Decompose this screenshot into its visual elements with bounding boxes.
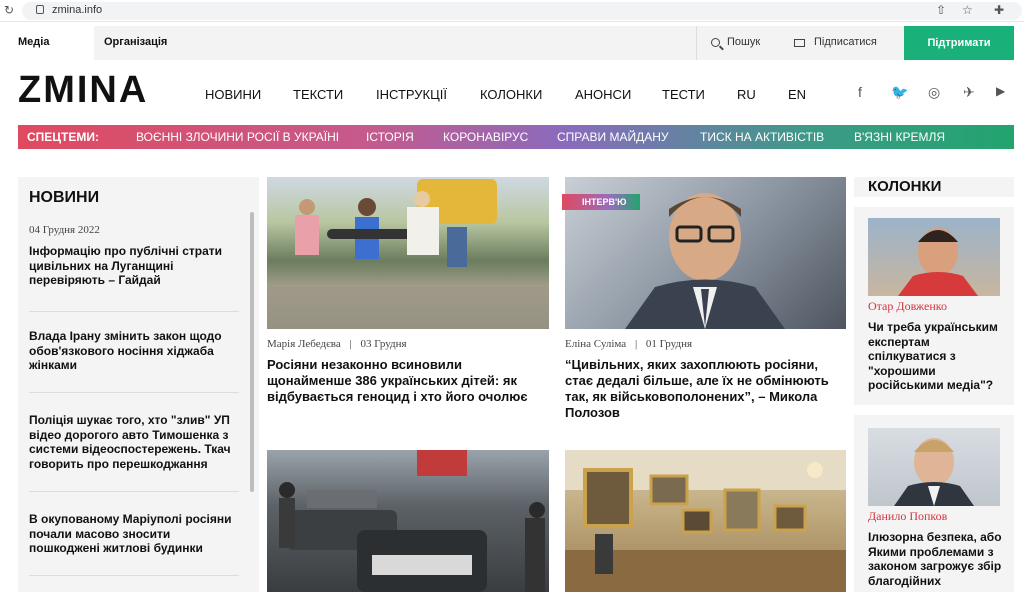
special-topics-bar: СПЕЦТЕМИ: ВОЄННІ ЗЛОЧИНИ РОСІЇ В УКРАЇНІ…: [18, 125, 1014, 149]
nav-tests[interactable]: ТЕСТИ: [662, 87, 705, 102]
topic-war-crimes[interactable]: ВОЄННІ ЗЛОЧИНИ РОСІЇ В УКРАЇНІ: [136, 130, 339, 144]
news-scrollbar[interactable]: [250, 212, 254, 492]
column-title[interactable]: Ілюзорна безпека, або Якими проблемами з…: [868, 530, 1008, 588]
support-button[interactable]: Підтримати: [904, 26, 1014, 60]
tab-media[interactable]: Медіа: [18, 36, 49, 48]
tab-organization[interactable]: Організація: [104, 36, 167, 48]
top-bar: Медіа Організація Пошук Підписатися Підт…: [0, 26, 1024, 60]
nav-texts[interactable]: ТЕКСТИ: [293, 87, 343, 102]
news-item[interactable]: Інформацію про публічні страти цивільних…: [29, 244, 239, 288]
search-button[interactable]: Пошук: [727, 36, 760, 48]
twitter-icon[interactable]: 🐦: [891, 84, 908, 101]
nav-lang-en[interactable]: EN: [788, 87, 806, 102]
article-photo-border[interactable]: [267, 450, 549, 592]
mail-icon[interactable]: [794, 39, 805, 47]
subscribe-button[interactable]: Підписатися: [814, 36, 877, 48]
search-icon[interactable]: [711, 38, 720, 47]
news-column: НОВИНИ 04 Грудня 2022 Інформацію про пуб…: [18, 177, 259, 592]
nav-announcements[interactable]: АНОНСИ: [575, 87, 631, 102]
topic-kremlin-prisoners[interactable]: В'ЯЗНІ КРЕМЛЯ: [854, 130, 945, 144]
article-photo-museum[interactable]: [565, 450, 846, 592]
news-item[interactable]: В окупованому Маріуполі росіяни почали м…: [29, 512, 239, 556]
article-meta: Еліна Суліма | 01 Грудня: [565, 338, 693, 350]
share-icon[interactable]: ⇧: [936, 3, 946, 17]
news-item[interactable]: Влада Ірану змінить закон щодо обов'язко…: [29, 329, 239, 373]
lock-icon: [36, 5, 44, 14]
columns-title: КОЛОНКИ: [854, 177, 1014, 197]
reload-icon[interactable]: ↻: [4, 3, 14, 17]
article-author[interactable]: Марія Лебедєва: [267, 338, 341, 350]
article-date: 01 Грудня: [645, 338, 693, 350]
telegram-icon[interactable]: ✈: [963, 84, 975, 101]
column-title[interactable]: Чи треба українським експертам спілкуват…: [868, 320, 1008, 393]
interview-badge: ІНТЕРВ'Ю: [562, 194, 640, 210]
article-meta: Марія Лебедєва | 03 Грудня: [267, 338, 407, 350]
article-title[interactable]: “Цивільних, яких захоплюють росіяни, ста…: [565, 357, 846, 421]
article-author[interactable]: Еліна Суліма: [565, 338, 626, 350]
nav-instructions[interactable]: ІНСТРУКЦІЇ: [376, 87, 447, 102]
facebook-icon[interactable]: f: [858, 84, 862, 100]
nav-news[interactable]: НОВИНИ: [205, 87, 261, 102]
topic-coronavirus[interactable]: КОРОНАВІРУС: [443, 130, 528, 144]
address-bar[interactable]: [22, 2, 1022, 20]
article-photo-children[interactable]: [267, 177, 549, 329]
star-icon[interactable]: ☆: [962, 3, 973, 17]
news-column-title: НОВИНИ: [29, 189, 100, 206]
url-text[interactable]: zmina.info: [52, 4, 102, 16]
author-photo[interactable]: [868, 218, 1000, 296]
author-photo[interactable]: [868, 428, 1000, 506]
youtube-icon[interactable]: ▶: [996, 84, 1005, 98]
topic-history[interactable]: ІСТОРІЯ: [366, 130, 414, 144]
news-item[interactable]: Поліція шукає того, хто "злив" УП відео …: [29, 413, 239, 471]
news-date: 04 Грудня 2022: [29, 224, 100, 236]
special-topics-title: СПЕЦТЕМИ:: [27, 130, 100, 144]
topic-maidan[interactable]: СПРАВИ МАЙДАНУ: [557, 130, 669, 144]
instagram-icon[interactable]: ◎: [928, 84, 940, 101]
column-author[interactable]: Отар Довженко: [868, 299, 947, 314]
browser-bar: ↻ zmina.info ⇧ ☆ ✚: [0, 0, 1024, 22]
article-date: 03 Грудня: [360, 338, 407, 350]
extensions-icon[interactable]: ✚: [994, 3, 1004, 17]
tools-area: Пошук Підписатися: [696, 26, 904, 60]
nav-lang-ru[interactable]: RU: [737, 87, 756, 102]
site-logo[interactable]: ZMINA: [18, 68, 148, 112]
topic-activists[interactable]: ТИСК НА АКТИВІСТІВ: [700, 130, 824, 144]
article-title[interactable]: Росіяни незаконно всиновили щонайменше 3…: [267, 357, 549, 405]
nav-columns[interactable]: КОЛОНКИ: [480, 87, 542, 102]
column-author[interactable]: Данило Попков: [868, 509, 947, 524]
